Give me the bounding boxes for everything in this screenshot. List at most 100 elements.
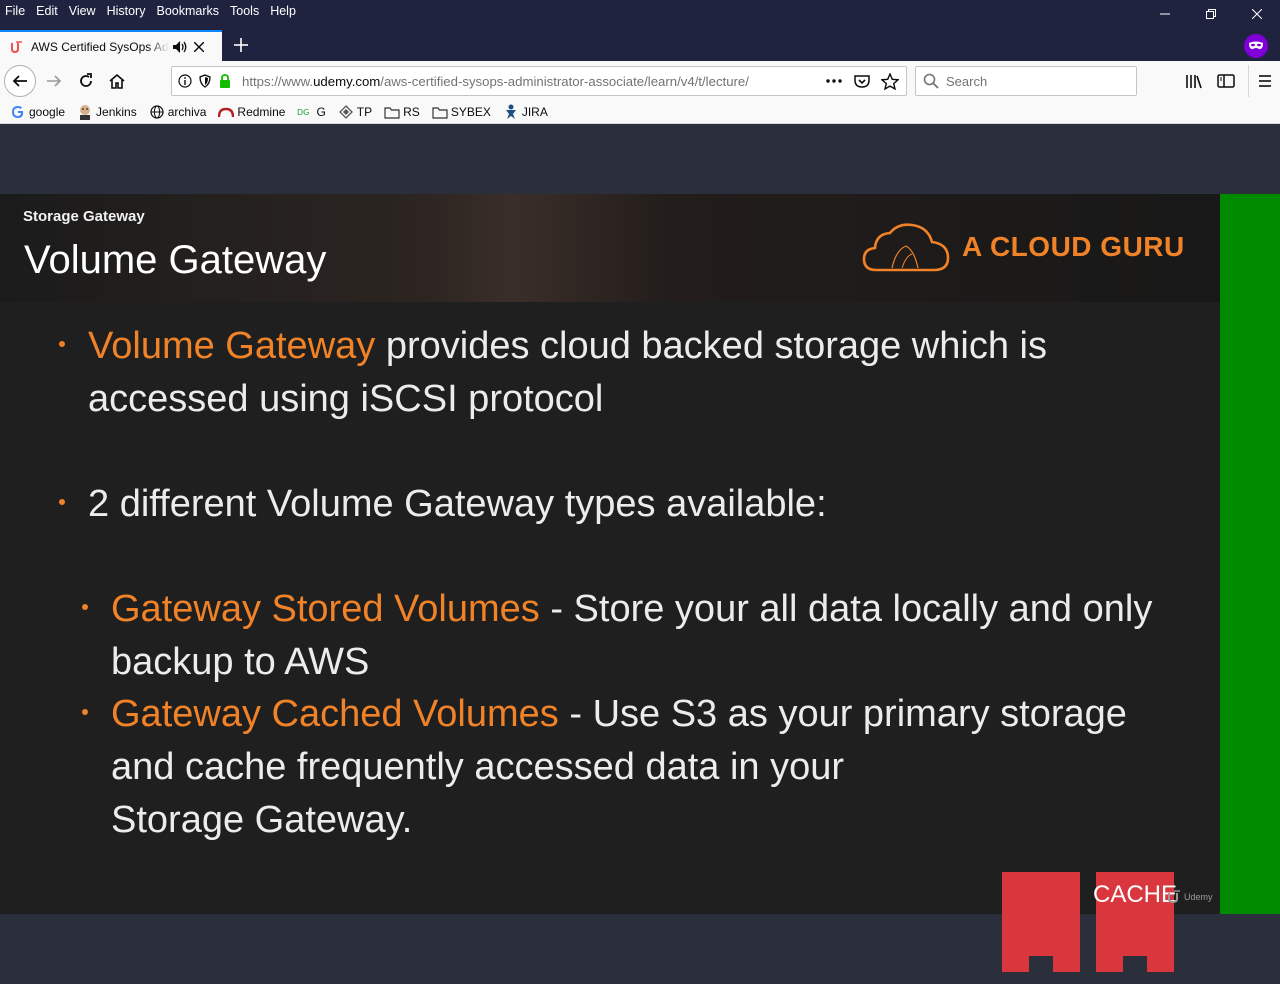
svg-text:DG: DG [297, 108, 309, 117]
bullet-gateway-types: 2 different Volume Gateway types availab… [88, 478, 1088, 531]
folder-icon [384, 104, 400, 120]
menu-bar: File Edit View History Bookmarks Tools H… [0, 0, 307, 22]
bookmark-label: G [316, 105, 326, 119]
close-icon [1252, 9, 1262, 19]
menu-edit[interactable]: Edit [36, 4, 58, 18]
url-prefix: https://www. [242, 73, 314, 89]
menu-history[interactable]: History [107, 4, 146, 18]
bullet-text-line: Storage Gateway. [111, 799, 413, 841]
bookmark-label: archiva [167, 105, 207, 119]
pocket-icon[interactable] [852, 71, 872, 91]
menu-bookmarks[interactable]: Bookmarks [156, 4, 219, 18]
menu-tools[interactable]: Tools [230, 4, 259, 18]
reload-icon [80, 73, 92, 87]
bookmark-g[interactable]: DG G [297, 104, 325, 120]
library-button[interactable] [1178, 65, 1210, 97]
highlight-text: Volume Gateway [88, 325, 376, 367]
udemy-watermark: Udemy [1166, 890, 1213, 904]
url-actions [824, 71, 900, 91]
speaker-icon[interactable] [171, 39, 189, 55]
udemy-favicon-icon [9, 39, 25, 55]
sidebar-button[interactable] [1210, 65, 1242, 97]
slide-title: Volume Gateway [24, 238, 327, 282]
restore-icon [1206, 9, 1216, 19]
tracking-shield-icon[interactable] [196, 72, 214, 90]
bookmark-label: Redmine [237, 105, 286, 119]
google-icon [10, 104, 26, 120]
jenkins-icon [77, 104, 93, 120]
bookmark-label: JIRA [521, 105, 548, 119]
bullet-dot [59, 499, 65, 505]
navigation-toolbar: https://www.udemy.com/aws-certified-syso… [0, 61, 1280, 101]
url-path: /aws-certified-sysops-administrator-asso… [380, 73, 749, 89]
plus-icon [234, 38, 248, 52]
highlight-text: Gateway Stored Volumes [111, 588, 540, 630]
bookmark-archiva[interactable]: archiva [149, 104, 207, 120]
jira-icon [503, 104, 519, 120]
home-icon [109, 73, 125, 89]
menu-help[interactable]: Help [270, 4, 296, 18]
info-icon[interactable] [176, 72, 194, 90]
minimize-icon [1160, 13, 1170, 15]
url-text[interactable]: https://www.udemy.com/aws-certified-syso… [242, 74, 782, 89]
bullet-cached-volumes: Gateway Cached Volumes - Use S3 as your … [111, 688, 1191, 847]
back-button[interactable] [4, 65, 36, 97]
video-player[interactable]: Storage Gateway Volume Gateway A CLOUD G… [0, 194, 1220, 972]
bullet-dot [82, 709, 88, 715]
slide-section-label: Storage Gateway [23, 208, 145, 225]
acloudguru-logo: A CLOUD GURU [862, 220, 1185, 274]
home-button[interactable] [101, 65, 133, 97]
reload-button[interactable] [70, 65, 102, 97]
bullet-stored-volumes: Gateway Stored Volumes - Store your all … [111, 583, 1191, 689]
url-bar[interactable]: https://www.udemy.com/aws-certified-syso… [171, 66, 907, 96]
dg-icon: DG [297, 104, 313, 120]
bookmark-label: TP [356, 105, 373, 119]
folder-icon [432, 104, 448, 120]
bookmark-jira[interactable]: JIRA [503, 104, 548, 120]
library-icon [1186, 75, 1202, 89]
new-tab-button[interactable] [229, 33, 253, 57]
bullet-dot [82, 604, 88, 610]
bookmark-folder-rs[interactable]: RS [384, 104, 420, 120]
window-controls [1142, 0, 1280, 28]
logo-text: A CLOUD GURU [962, 231, 1185, 262]
menu-view[interactable]: View [69, 4, 96, 18]
cache-label: CACHE [1093, 881, 1176, 908]
url-domain: udemy.com [313, 73, 381, 89]
search-placeholder: Search [946, 73, 988, 89]
search-bar[interactable]: Search [915, 66, 1137, 96]
forward-button[interactable] [38, 65, 70, 97]
bookmark-google[interactable]: google [10, 104, 65, 120]
bookmark-label: SYBEX [450, 105, 491, 119]
tab-title: AWS Certified SysOps Administrator - Ass… [31, 39, 169, 54]
bookmark-star-icon[interactable] [880, 71, 900, 91]
tp-icon [338, 104, 354, 120]
green-side-panel [1220, 194, 1280, 914]
bookmark-redmine[interactable]: Redmine [218, 104, 285, 120]
menu-file[interactable]: File [5, 4, 25, 18]
window-titlebar: File Edit View History Bookmarks Tools H… [0, 0, 1280, 61]
bookmark-tp[interactable]: TP [338, 104, 372, 120]
close-tab-icon[interactable] [191, 39, 207, 55]
search-icon [922, 72, 940, 90]
private-browsing-icon [1244, 34, 1268, 58]
bullet-dot [59, 341, 65, 347]
page-actions-icon[interactable] [824, 71, 844, 91]
toolbar-right [1178, 65, 1280, 97]
minimize-button[interactable] [1142, 0, 1188, 28]
restore-button[interactable] [1188, 0, 1234, 28]
browser-tab[interactable]: AWS Certified SysOps Administrator - Ass… [0, 30, 222, 61]
bookmarks-toolbar: google Jenkins archiva Redmine DG G TP R… [0, 101, 1280, 124]
bullet-text: 2 different Volume Gateway types availab… [88, 483, 827, 525]
cache-volumes-icon: CACHE [1002, 872, 1176, 972]
sidebar-icon [1217, 74, 1235, 88]
close-window-button[interactable] [1234, 0, 1280, 28]
bookmark-jenkins[interactable]: Jenkins [77, 104, 137, 120]
menu-button[interactable] [1248, 65, 1280, 97]
slide-header: Storage Gateway Volume Gateway A CLOUD G… [0, 194, 1220, 302]
bookmark-folder-sybex[interactable]: SYBEX [432, 104, 491, 120]
lock-icon[interactable] [216, 72, 234, 90]
globe-icon [149, 104, 165, 120]
highlight-text: Gateway Cached Volumes [111, 693, 559, 735]
page-content: Storage Gateway Volume Gateway A CLOUD G… [0, 124, 1280, 984]
